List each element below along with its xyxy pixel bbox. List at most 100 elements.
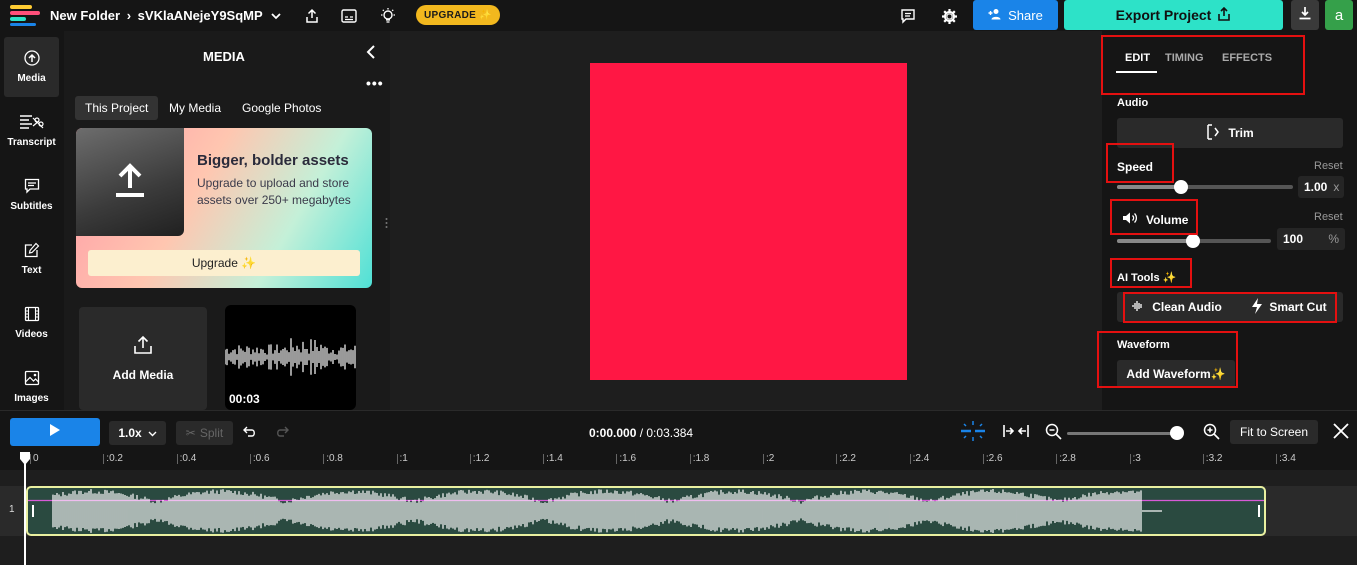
- export-project-button[interactable]: Export Project: [1064, 0, 1283, 30]
- chevron-down-icon[interactable]: [266, 6, 286, 26]
- nav-subtitles[interactable]: Subtitles: [4, 165, 59, 225]
- media-panel: MEDIA ••• This Project My Media Google P…: [64, 31, 390, 410]
- share-upload-icon[interactable]: [302, 6, 322, 26]
- chevron-down-icon: [148, 426, 157, 440]
- download-button[interactable]: [1291, 0, 1319, 30]
- image-icon: [24, 370, 40, 389]
- preview-stage: [390, 31, 1102, 410]
- upload-cloud-icon: [23, 50, 41, 69]
- nav-text-label: Text: [21, 265, 42, 276]
- ruler-tick: :0.6: [249, 453, 270, 464]
- more-options-icon[interactable]: •••: [366, 75, 384, 91]
- audio-duration: 00:03: [229, 392, 260, 406]
- ruler-tick: :1.4: [543, 453, 563, 464]
- fit-to-screen-button[interactable]: Fit to Screen: [1230, 420, 1318, 444]
- nav-videos[interactable]: Videos: [4, 293, 59, 353]
- fit-arrows-icon[interactable]: [1003, 424, 1029, 443]
- app-logo[interactable]: [10, 5, 40, 26]
- upgrade-promo-card: Bigger, bolder assets Upgrade to upload …: [76, 128, 372, 288]
- annotation-box-volume: [1110, 199, 1198, 235]
- subtitles-icon: [24, 178, 40, 197]
- media-panel-title: MEDIA: [203, 49, 245, 64]
- volume-slider-knob[interactable]: [1186, 234, 1200, 248]
- ruler-tick: 0: [30, 453, 39, 464]
- promo-photo: [76, 128, 184, 236]
- speed-reset[interactable]: Reset: [1314, 160, 1343, 172]
- zoom-in-icon[interactable]: [1203, 423, 1221, 446]
- volume-slider[interactable]: [1117, 234, 1271, 248]
- play-button[interactable]: [10, 418, 100, 446]
- speed-value-field[interactable]: 1.00 x: [1298, 176, 1344, 198]
- nav-images[interactable]: Images: [4, 357, 59, 417]
- speed-slider[interactable]: [1117, 180, 1293, 194]
- top-bar: New Folder › sVKlaANejeY9SqMP UPGRADE ✨ …: [0, 0, 1357, 31]
- nav-media-label: Media: [17, 73, 46, 84]
- audio-clip[interactable]: [26, 486, 1266, 536]
- nav-images-label: Images: [14, 393, 49, 404]
- add-user-icon: [988, 8, 1002, 23]
- close-icon[interactable]: [1333, 423, 1349, 444]
- add-media-button[interactable]: Add Media: [79, 307, 207, 410]
- annotation-box-tabs: [1101, 35, 1305, 95]
- asset-waveform: [225, 338, 356, 376]
- breadcrumb-folder[interactable]: New Folder: [50, 8, 120, 23]
- zoom-out-icon[interactable]: [1045, 423, 1063, 446]
- annotation-box-speed: [1106, 143, 1174, 183]
- breadcrumb: New Folder › sVKlaANejeY9SqMP: [50, 8, 263, 23]
- nav-transcript-label: Transcript: [7, 137, 56, 148]
- promo-text: Upgrade to upload and store assets over …: [197, 176, 351, 207]
- volume-value-field[interactable]: 100 %: [1277, 228, 1345, 250]
- split-button[interactable]: ✂ Split: [176, 421, 233, 445]
- playhead-line[interactable]: [24, 452, 26, 565]
- track-number: 1: [9, 504, 15, 515]
- total-time: / 0:03.384: [639, 426, 694, 440]
- ruler-tick: :3.2: [1202, 453, 1223, 464]
- transcript-icon: [19, 114, 45, 133]
- playback-speed-select[interactable]: 1.0x: [109, 421, 166, 445]
- redo-icon[interactable]: [275, 425, 289, 443]
- timeline-toolbar: 1.0x ✂ Split 0:00.000 / 0:03.384 Fit to …: [0, 410, 1357, 450]
- tab-google-photos[interactable]: Google Photos: [232, 96, 331, 120]
- promo-upgrade-button[interactable]: Upgrade ✨: [88, 250, 360, 276]
- audio-section-label: Audio: [1117, 97, 1149, 109]
- collapse-panel-icon[interactable]: [365, 43, 377, 64]
- tab-my-media[interactable]: My Media: [159, 96, 231, 120]
- audio-asset-thumbnail[interactable]: 00:03: [225, 305, 356, 410]
- video-canvas[interactable]: [590, 63, 907, 380]
- speed-value: 1.00: [1304, 180, 1328, 194]
- speed-slider-knob[interactable]: [1174, 180, 1188, 194]
- zoom-slider[interactable]: [1067, 426, 1184, 440]
- volume-slider-fill: [1117, 239, 1193, 243]
- ruler-tick: :2.8: [1056, 453, 1076, 464]
- share-button[interactable]: Share: [973, 0, 1058, 30]
- user-avatar[interactable]: a: [1325, 0, 1353, 30]
- nav-text[interactable]: Text: [4, 229, 59, 289]
- comments-icon[interactable]: [898, 6, 918, 26]
- snap-magnet-icon[interactable]: [960, 421, 986, 446]
- volume-value: 100: [1283, 232, 1304, 246]
- upgrade-button[interactable]: UPGRADE ✨: [416, 5, 500, 25]
- ruler-tick: :1.8: [689, 453, 710, 464]
- nav-videos-label: Videos: [15, 329, 48, 340]
- volume-reset[interactable]: Reset: [1314, 211, 1343, 223]
- undo-icon[interactable]: [243, 425, 257, 443]
- ruler-tick: :2.2: [836, 453, 856, 464]
- time-readout: 0:00.000 / 0:03.384: [589, 426, 693, 440]
- playhead-handle[interactable]: [18, 452, 32, 466]
- zoom-slider-knob[interactable]: [1170, 426, 1184, 440]
- lightbulb-icon[interactable]: [378, 6, 398, 26]
- left-nav: Media Transcript Subtitles Text Videos I…: [0, 31, 64, 410]
- timeline-ruler[interactable]: 0:0.2:0.4:0.6:0.8:1:1.2:1.4:1.6:1.8:2:2.…: [0, 450, 1357, 470]
- annotation-box-ai-buttons: [1123, 292, 1337, 323]
- nav-transcript[interactable]: Transcript: [4, 101, 59, 161]
- nav-media[interactable]: Media: [4, 37, 59, 97]
- ruler-tick: :2.4: [909, 453, 930, 464]
- captions-icon[interactable]: [339, 6, 359, 26]
- tab-this-project[interactable]: This Project: [75, 96, 159, 120]
- upload-arrow-icon: [114, 162, 146, 203]
- project-name[interactable]: sVKlaANejeY9SqMP: [138, 8, 263, 23]
- gear-icon[interactable]: [939, 6, 959, 26]
- resize-handle[interactable]: [385, 216, 388, 228]
- breadcrumb-separator-icon: ›: [126, 8, 132, 23]
- ruler-tick: :2: [762, 453, 775, 464]
